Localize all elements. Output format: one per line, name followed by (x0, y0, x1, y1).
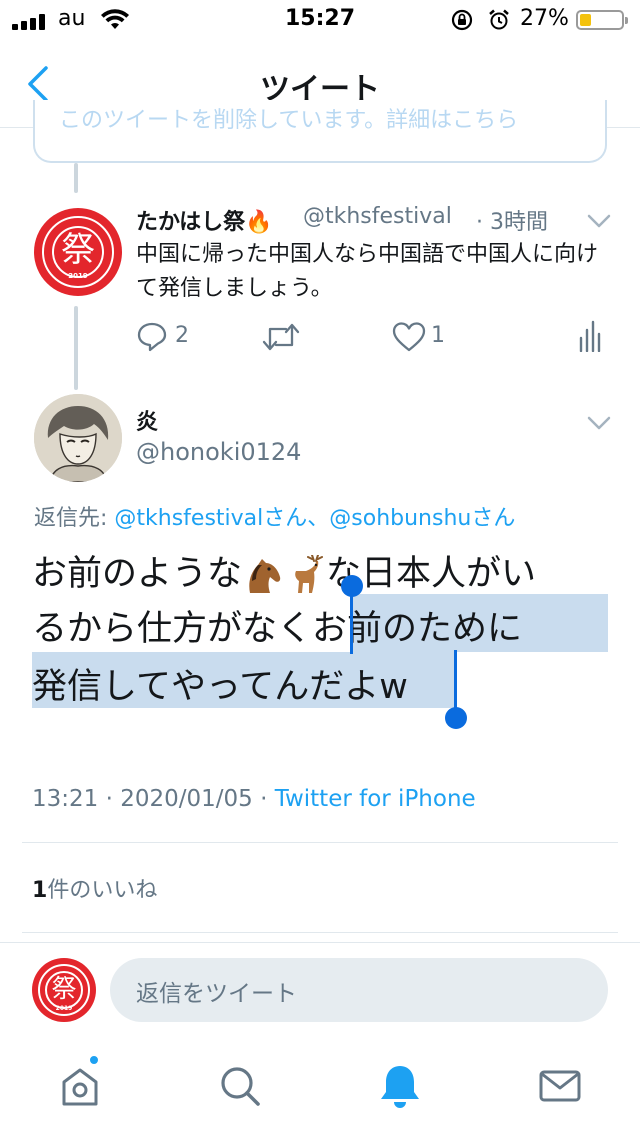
tweet-source-link[interactable]: Twitter for iPhone (275, 786, 476, 812)
alarm-icon (489, 9, 509, 30)
reply-count: 2 (175, 323, 189, 348)
battery-percent: 27% (520, 6, 569, 31)
home-icon[interactable] (56, 1062, 104, 1110)
reply-placeholder: 返信をツイート (136, 981, 297, 1007)
parent-display-name[interactable]: たかはし祭🔥 (136, 204, 273, 236)
horse-emoji-icon (249, 559, 281, 593)
like-count: 1 (431, 323, 445, 348)
tweet-chevron-down-icon[interactable] (586, 414, 612, 432)
replying-to: 返信先: @tkhsfestivalさん、@sohbunshuさん (34, 500, 515, 532)
messages-icon[interactable] (536, 1062, 584, 1110)
tweet-text-line-2: るから仕方がなくお前のために (32, 600, 522, 651)
status-bar: au 15:27 27% (0, 0, 640, 40)
thread-line (74, 163, 78, 193)
likes-summary[interactable]: 1件のいいね (32, 872, 157, 904)
tweet-text-3-selected[interactable]: 発信してやってんだよw (32, 667, 408, 707)
search-icon[interactable] (216, 1062, 264, 1110)
author-handle[interactable]: @honoki0124 (136, 438, 301, 466)
analytics-icon[interactable] (578, 320, 602, 352)
parent-handle[interactable]: @tkhsfestival (303, 204, 452, 229)
retweet-icon[interactable] (262, 322, 300, 352)
tweet-timestamp: 13:21 · 2020/01/05 · (32, 786, 275, 812)
tweet-text-1a: お前のような (32, 554, 243, 594)
deer-emoji-icon (295, 555, 324, 593)
thread-line-lower (74, 306, 78, 390)
tab-bar (0, 1040, 640, 1136)
divider (22, 842, 618, 843)
likes-label: 件のいいね (47, 878, 158, 903)
battery-icon (576, 10, 628, 30)
like-icon[interactable] (392, 321, 426, 353)
divider (22, 932, 618, 933)
likes-count: 1 (32, 878, 48, 903)
reply-input[interactable]: 返信をツイート (110, 958, 608, 1022)
parent-avatar[interactable]: 祭 2019 (34, 208, 122, 296)
parent-timestamp: · 3時間 (476, 210, 548, 235)
replying-label: 返信先: (34, 506, 115, 531)
reply-icon[interactable] (136, 320, 168, 352)
author-display-name[interactable]: 炎 (136, 404, 158, 436)
selection-end-handle[interactable] (445, 707, 467, 729)
rotation-lock-icon (451, 9, 473, 31)
tweet-text-line-3: 発信してやってんだよw (32, 658, 408, 709)
quoted-tweet-card[interactable]: このツイートを削除しています。詳細はこちら (33, 100, 607, 163)
composer-border (0, 942, 640, 943)
tweet-text-2-plain: るから仕方がなく (32, 609, 313, 649)
quoted-tweet-text: このツイートを削除しています。詳細はこちら (59, 108, 519, 133)
own-avatar[interactable]: 祭 2019 (32, 958, 96, 1022)
home-notification-dot (88, 1054, 100, 1066)
parent-tweet-text: 中国に帰った中国人なら中国語で中国人に向けて発信しましょう。 (136, 242, 599, 301)
notifications-icon[interactable] (376, 1062, 424, 1110)
selection-start-caret (350, 590, 353, 654)
parent-chevron-down-icon[interactable] (586, 212, 612, 230)
tweet-text-line-1: お前のような な日本人がい (32, 545, 536, 596)
tweet-meta: 13:21 · 2020/01/05 · Twitter for iPhone (32, 786, 476, 812)
replying-mentions[interactable]: @tkhsfestivalさん、@sohbunshuさん (114, 506, 515, 531)
tweet-text-2-selected[interactable]: お前のために (312, 609, 522, 649)
user-avatar[interactable] (34, 394, 122, 482)
selection-end-caret (454, 650, 457, 712)
